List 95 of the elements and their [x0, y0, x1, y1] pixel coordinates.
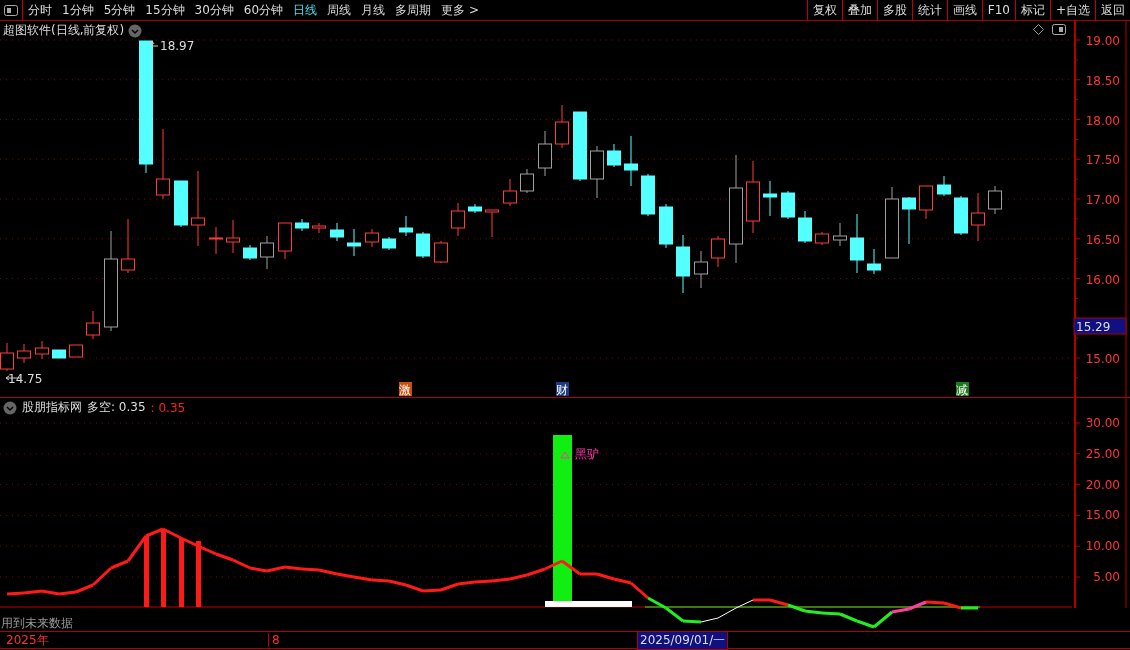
toolbar-button[interactable]: 返回 — [1095, 0, 1130, 20]
candlestick — [850, 213, 864, 274]
period-tab[interactable]: 1分钟 — [57, 0, 99, 20]
candlestick — [590, 145, 604, 199]
period-tab[interactable]: 日线 — [288, 0, 323, 20]
candlestick — [174, 180, 188, 228]
period-tab[interactable]: 60分钟 — [238, 0, 289, 20]
signal-bar — [179, 538, 184, 607]
candlestick — [278, 222, 292, 260]
year-label: 2025年 — [5, 631, 50, 649]
high-price-label: 18.97 — [149, 39, 195, 53]
month-label: 8 — [268, 633, 628, 647]
period-tab[interactable]: 5分钟 — [98, 0, 141, 20]
period-tab[interactable]: 15分钟 — [140, 0, 190, 20]
toolbar-button[interactable]: 多股 — [876, 0, 912, 20]
candlestick — [35, 340, 49, 360]
candlestick — [347, 228, 361, 257]
candlestick — [659, 203, 673, 249]
candlestick — [156, 128, 170, 200]
candlestick — [451, 202, 465, 237]
chevron-down-icon[interactable] — [3, 400, 17, 415]
candlestick — [209, 226, 223, 255]
candlestick — [434, 240, 448, 264]
event-marker[interactable]: 激 — [399, 382, 412, 397]
low-price-label: 14.75 — [5, 372, 43, 386]
candlestick — [607, 143, 621, 168]
toolbar-button[interactable]: 复权 — [806, 0, 842, 20]
toolbar-button[interactable]: 统计 — [911, 0, 947, 20]
candlestick — [988, 185, 1002, 215]
toolbar-button[interactable]: 画线 — [946, 0, 982, 20]
candlestick — [867, 248, 881, 275]
chart-title: 超图软件(日线,前复权) — [3, 22, 125, 39]
period-tab[interactable]: 月线 — [356, 0, 391, 20]
candlestick — [226, 219, 240, 254]
candlestick — [382, 236, 396, 251]
candlestick — [815, 231, 829, 246]
candlestick — [365, 228, 379, 248]
candlestick — [330, 222, 344, 242]
candlestick — [624, 135, 638, 187]
candlestick — [503, 178, 517, 207]
candlestick — [555, 104, 569, 149]
candlestick — [833, 222, 847, 247]
period-tab[interactable]: 周线 — [322, 0, 357, 20]
candlestick — [399, 215, 413, 237]
candlestick — [520, 168, 534, 194]
candlestick — [17, 343, 31, 364]
event-marker[interactable]: 财 — [556, 382, 569, 397]
candlestick — [676, 234, 690, 294]
indicator-axis: 30.00 25.00 20.00 15.00 10.00 5.00 — [1072, 398, 1130, 631]
candlestick — [694, 250, 708, 289]
period-tab[interactable]: 分时 — [23, 0, 57, 20]
candlestick — [902, 196, 916, 245]
price-axis: 19.00 18.50 18.00 17.50 17.00 16.50 16.00 15.00 15.29 — [1072, 21, 1130, 397]
candlestick — [763, 180, 777, 217]
candlestick — [468, 203, 482, 214]
candlestick — [781, 190, 795, 220]
signal-bar — [144, 536, 149, 607]
signal-bar — [196, 541, 201, 607]
candlestick — [416, 231, 430, 259]
candlestick — [954, 195, 968, 236]
toolbar-button[interactable]: 标记 — [1014, 0, 1050, 20]
diamond-icon[interactable] — [1033, 24, 1044, 35]
current-price-tag: 15.29 — [1073, 317, 1127, 335]
candlestick — [485, 209, 499, 238]
candlestick — [121, 218, 135, 274]
candlestick — [52, 349, 66, 359]
future-data-note: 用到未来数据 — [1, 616, 73, 630]
candlestick — [971, 192, 985, 242]
signal-label: 黑驴 — [560, 447, 599, 461]
candlestick — [641, 173, 655, 217]
candlestick — [573, 111, 587, 182]
indicator-label: 多空: 0.35 — [87, 399, 146, 416]
candlestick — [538, 130, 552, 177]
candlestick — [798, 210, 812, 244]
toolbar-button[interactable]: +自选 — [1049, 0, 1095, 20]
toolbar-button[interactable]: 叠加 — [841, 0, 877, 20]
period-tab[interactable]: 30分钟 — [189, 0, 239, 20]
candlestick — [260, 235, 274, 270]
candlestick — [312, 222, 326, 234]
toolbar-button[interactable]: F10 — [981, 0, 1015, 20]
indicator-name: 股朋指标网 — [22, 399, 82, 416]
candlestick — [243, 244, 257, 261]
candlestick — [69, 344, 83, 358]
candlestick — [919, 185, 933, 220]
cursor-date: 2025/09/01/一 — [637, 630, 729, 650]
panel-toggle-icon[interactable] — [1052, 24, 1066, 35]
candlestick — [295, 218, 309, 232]
chevron-down-icon[interactable] — [128, 23, 143, 38]
candlestick — [937, 175, 951, 197]
period-tab[interactable]: 更多 > — [436, 0, 484, 20]
period-tab[interactable]: 多周期 — [390, 0, 437, 20]
indicator-value: : 0.35 — [150, 400, 186, 415]
candlestick — [711, 235, 725, 268]
candlestick — [86, 310, 100, 340]
event-marker[interactable]: 减 — [956, 382, 969, 397]
